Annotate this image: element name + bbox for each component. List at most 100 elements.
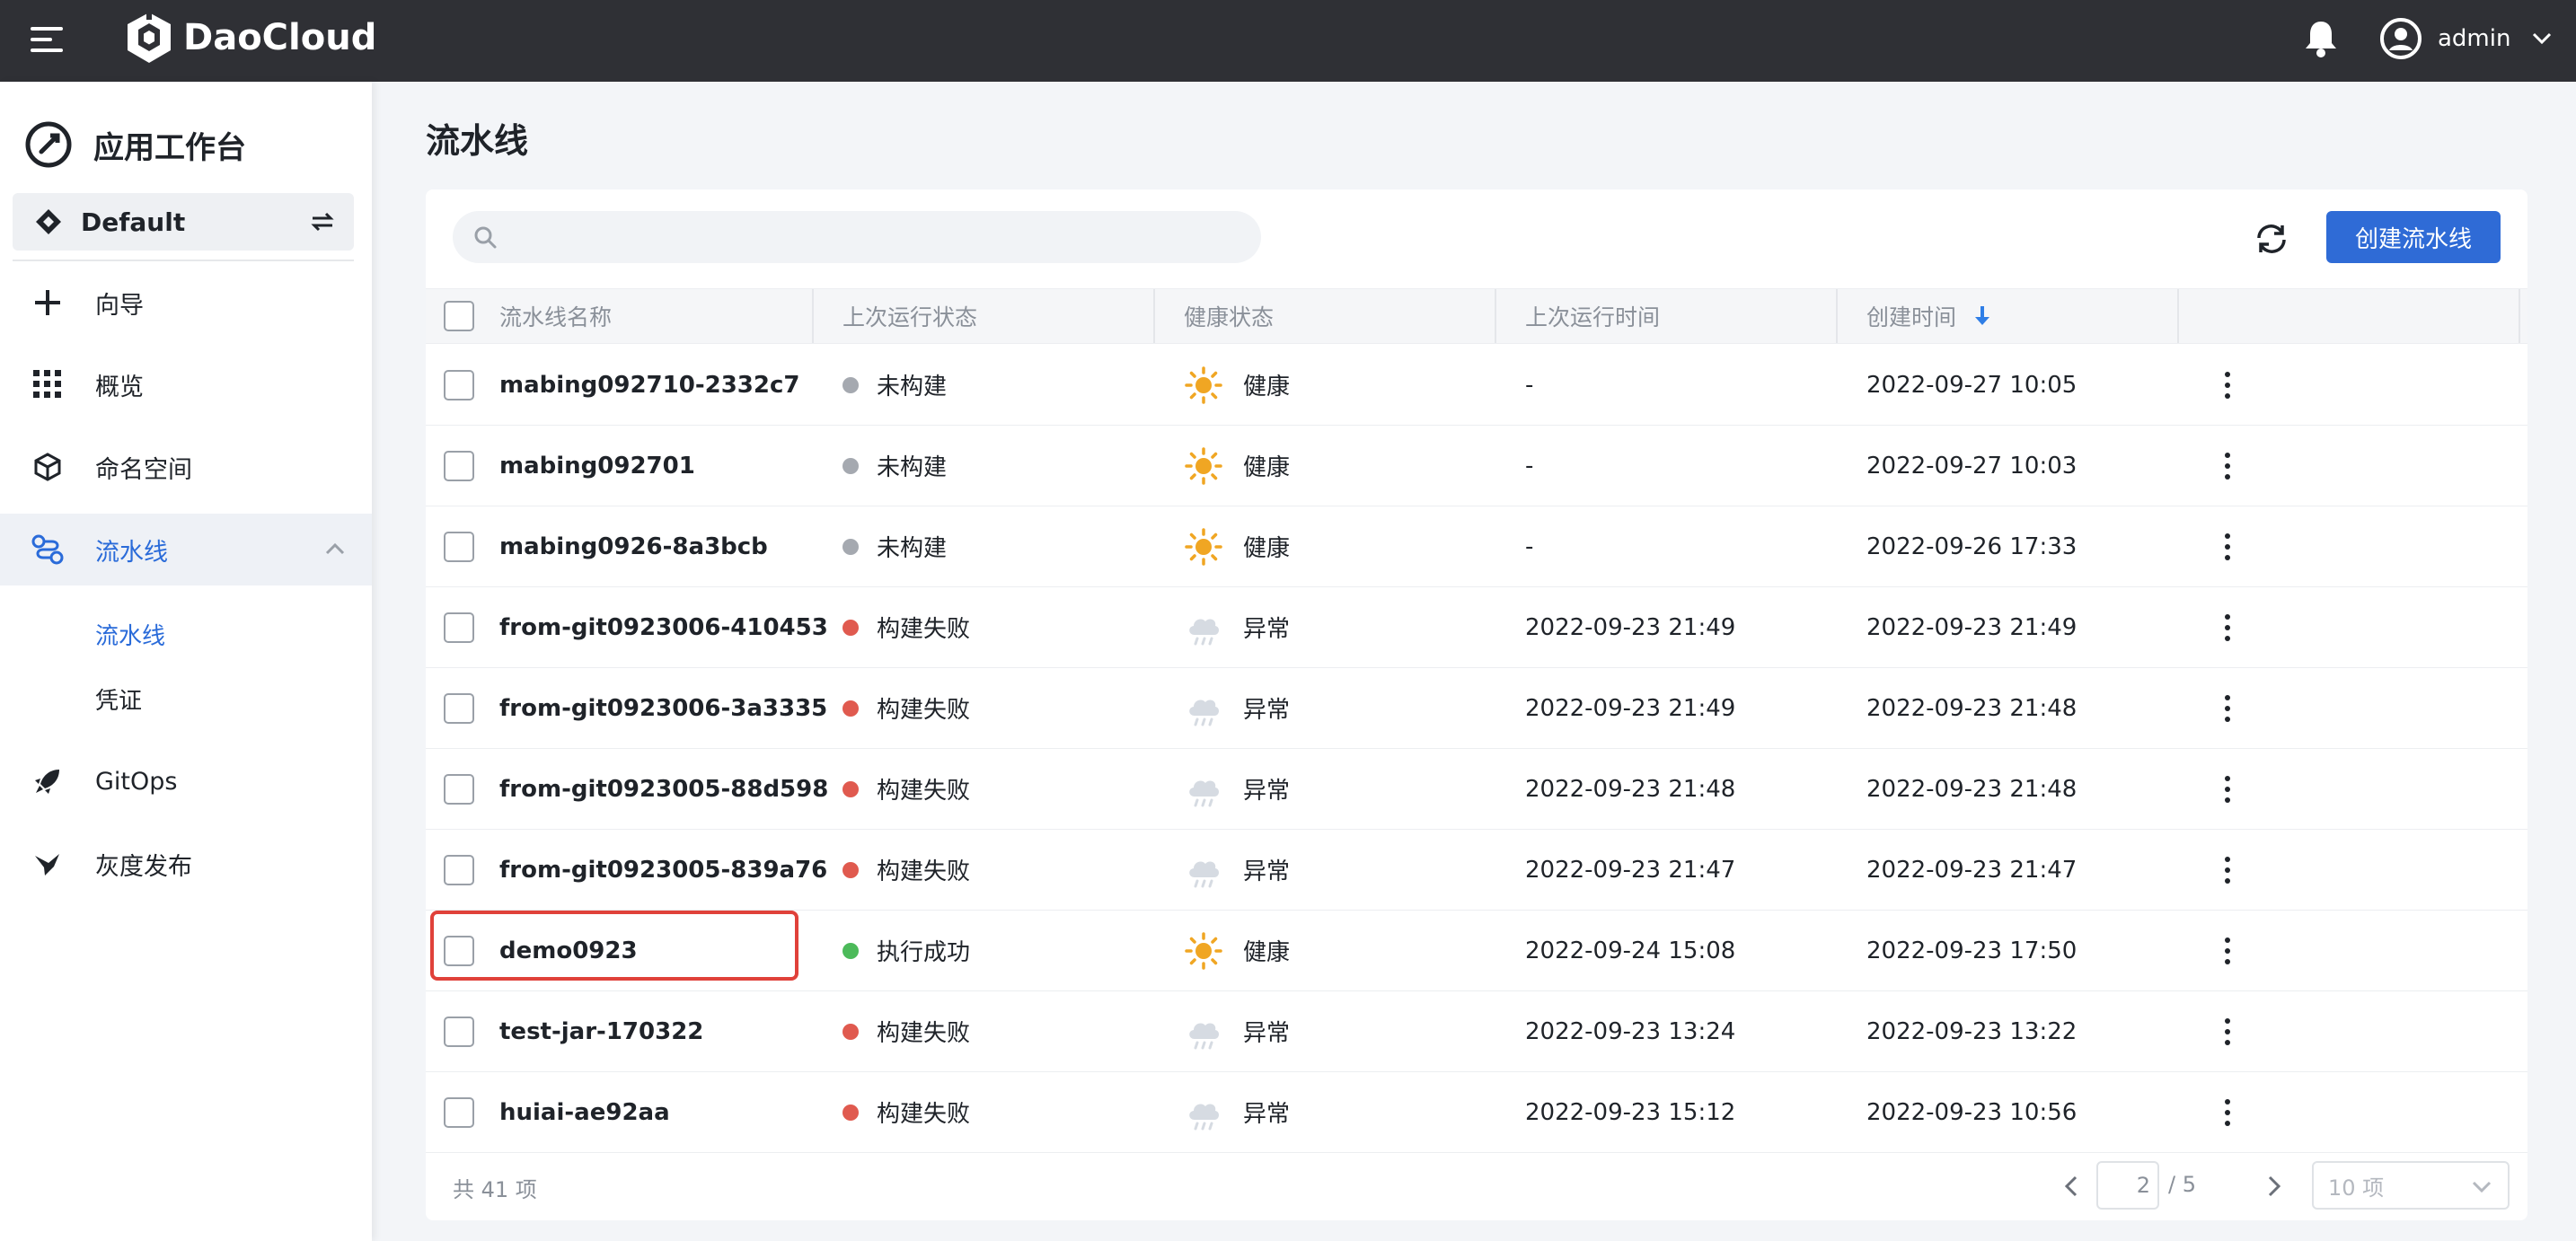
more-actions-icon[interactable] <box>2222 1018 2233 1045</box>
pipeline-name[interactable]: mabing092710-2332c7 <box>499 345 799 425</box>
more-actions-icon[interactable] <box>2222 937 2233 964</box>
page-size-value: 10 项 <box>2328 1175 2385 1201</box>
pipeline-name[interactable]: test-jar-170322 <box>499 991 703 1071</box>
user-menu[interactable]: admin <box>2380 16 2552 61</box>
search-input[interactable] <box>512 224 1248 251</box>
menu-icon[interactable] <box>31 27 63 54</box>
workbench-icon <box>25 121 72 168</box>
column-header-last-status[interactable]: 上次运行状态 <box>842 289 977 343</box>
more-actions-icon[interactable] <box>2222 695 2233 722</box>
sun-icon <box>1185 365 1222 404</box>
pipeline-name[interactable]: huiai-ae92aa <box>499 1072 670 1152</box>
last-run-status: 构建失败 <box>842 749 970 829</box>
more-actions-icon[interactable] <box>2222 533 2233 560</box>
refresh-icon[interactable] <box>2253 220 2290 258</box>
last-run-time: 2022-09-23 13:24 <box>1525 1017 1736 1045</box>
last-run-status: 构建失败 <box>842 830 970 910</box>
search-box[interactable] <box>453 211 1261 263</box>
sidebar-item-overview[interactable]: 概览 <box>0 348 372 420</box>
sidebar-item-gitops[interactable]: GitOps <box>0 745 372 817</box>
column-header-created-time[interactable]: 创建时间 <box>1866 289 1992 343</box>
chevron-down-icon <box>2472 1181 2492 1193</box>
top-bar: DaoCloud admin <box>0 0 2576 82</box>
table-row[interactable]: test-jar-170322 构建失败 异常 2022-09-23 13:24 202… <box>426 991 2527 1072</box>
row-checkbox[interactable] <box>444 532 474 562</box>
more-actions-icon[interactable] <box>2222 1099 2233 1126</box>
row-checkbox[interactable] <box>444 774 474 805</box>
health-text: 异常 <box>1243 778 1291 805</box>
row-checkbox[interactable] <box>444 612 474 643</box>
chevron-up-icon[interactable] <box>325 542 345 555</box>
status-dot <box>842 861 859 878</box>
sidebar-item-canary[interactable]: 灰度发布 <box>0 828 372 900</box>
status-text: 构建失败 <box>877 1101 971 1128</box>
more-actions-icon[interactable] <box>2222 776 2233 803</box>
user-name: admin <box>2438 25 2511 52</box>
pipeline-name[interactable]: demo0923 <box>499 911 638 990</box>
table-row[interactable]: from-git0923006-3a3335 构建失败 异常 2022-09-23 2… <box>426 668 2527 749</box>
more-actions-icon[interactable] <box>2222 372 2233 399</box>
table-header: 流水线名称 上次运行状态 健康状态 上次运行时间 创建时间 <box>426 288 2527 344</box>
logo[interactable]: DaoCloud <box>124 11 376 65</box>
page-number-input[interactable] <box>2096 1161 2159 1210</box>
sidebar-item-guide[interactable]: 向导 <box>0 267 372 339</box>
sidebar-item-pipeline[interactable]: 流水线 <box>0 514 372 585</box>
health-text: 异常 <box>1243 858 1291 885</box>
sidebar-subitem-pipeline[interactable]: 流水线 <box>95 618 165 651</box>
table-row[interactable]: from-git0923005-839a76 构建失败 异常 2022-09-23 2… <box>426 830 2527 911</box>
last-run-time: 2022-09-23 21:47 <box>1525 856 1736 884</box>
last-run-status: 构建失败 <box>842 668 970 748</box>
select-all-checkbox[interactable] <box>444 301 474 331</box>
table-row[interactable]: mabing0926-8a3bcb 未构建 健康 - 2022-09-26 17:33 <box>426 506 2527 587</box>
chevron-left-icon[interactable] <box>2059 1173 2086 1200</box>
more-actions-icon[interactable] <box>2222 614 2233 641</box>
row-checkbox[interactable] <box>444 1097 474 1128</box>
page-size-select[interactable]: 10 项 <box>2312 1161 2510 1210</box>
row-checkbox[interactable] <box>444 693 474 724</box>
pipeline-name[interactable]: mabing0926-8a3bcb <box>499 506 768 586</box>
pipeline-name[interactable]: from-git0923006-410453 <box>499 587 828 667</box>
pipeline-name[interactable]: mabing092701 <box>499 426 695 506</box>
pipeline-name[interactable]: from-git0923006-3a3335 <box>499 668 827 748</box>
status-text: 未构建 <box>877 535 948 562</box>
status-dot <box>842 700 859 717</box>
plus-icon <box>31 286 65 320</box>
table-row[interactable]: mabing092710-2332c7 未构建 健康 - 2022-09-27 10:0… <box>426 345 2527 426</box>
table-row[interactable]: demo0923 执行成功 健康 2022-09-24 15:08 2022-09-23… <box>426 911 2527 991</box>
table-row[interactable]: from-git0923006-410453 构建失败 异常 2022-09-23 2… <box>426 587 2527 668</box>
sidebar-item-namespace[interactable]: 命名空间 <box>0 431 372 503</box>
create-pipeline-button[interactable]: 创建流水线 <box>2326 211 2501 263</box>
row-checkbox[interactable] <box>444 451 474 481</box>
sidebar-item-label: 流水线 <box>95 538 168 567</box>
row-checkbox[interactable] <box>444 370 474 400</box>
column-header-health[interactable]: 健康状态 <box>1184 289 1274 343</box>
row-checkbox[interactable] <box>444 855 474 885</box>
bell-icon[interactable] <box>2301 18 2341 59</box>
workspace-selector[interactable]: Default <box>13 193 354 251</box>
last-run-time: 2022-09-23 21:48 <box>1525 775 1736 803</box>
table-row[interactable]: huiai-ae92aa 构建失败 异常 2022-09-23 15:12 2022-0… <box>426 1072 2527 1153</box>
bird-icon <box>31 847 65 881</box>
pipeline-name[interactable]: from-git0923005-88d598 <box>499 749 828 829</box>
column-header-last-run-time[interactable]: 上次运行时间 <box>1525 289 1660 343</box>
sort-descending-icon[interactable] <box>1972 304 1992 328</box>
status-dot <box>842 457 859 474</box>
health-text: 异常 <box>1243 1020 1291 1047</box>
table-row[interactable]: mabing092701 未构建 健康 - 2022-09-27 10:03 <box>426 426 2527 506</box>
more-actions-icon[interactable] <box>2222 453 2233 480</box>
row-checkbox[interactable] <box>444 1017 474 1047</box>
table-row[interactable]: from-git0923005-88d598 构建失败 异常 2022-09-23 2… <box>426 749 2527 830</box>
more-actions-icon[interactable] <box>2222 857 2233 884</box>
last-run-status: 构建失败 <box>842 991 970 1071</box>
pipeline-name[interactable]: from-git0923005-839a76 <box>499 830 827 910</box>
last-run-time: - <box>1525 532 1534 560</box>
health-status: 异常 <box>1184 587 1290 667</box>
sidebar-subitem-credential[interactable]: 凭证 <box>95 682 142 716</box>
column-header-name[interactable]: 流水线名称 <box>499 289 612 343</box>
health-status: 异常 <box>1184 749 1290 829</box>
chevron-right-icon[interactable] <box>2260 1173 2287 1200</box>
switch-icon[interactable] <box>309 208 336 235</box>
row-checkbox[interactable] <box>444 936 474 966</box>
health-text: 异常 <box>1243 1101 1291 1128</box>
chevron-down-icon <box>2533 32 2552 45</box>
